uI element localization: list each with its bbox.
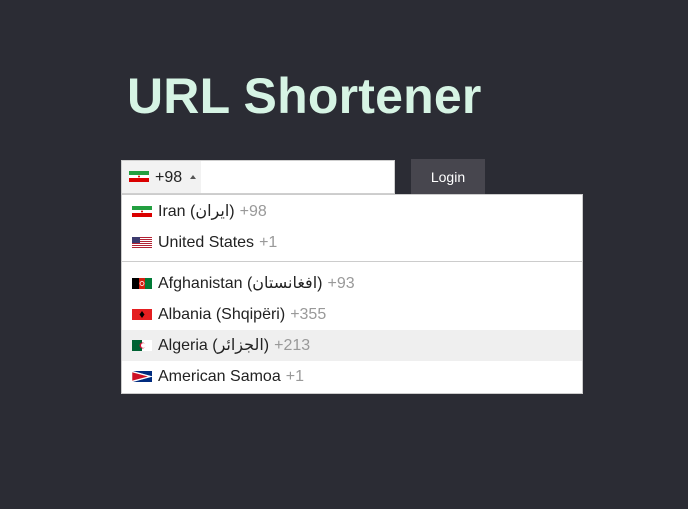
afghanistan-flag-icon: [132, 278, 152, 289]
list-divider: [122, 261, 582, 262]
usa-flag-icon: [132, 237, 152, 248]
dial-code: +98: [239, 203, 267, 220]
dial-code: +355: [290, 306, 327, 323]
phone-input: +98: [121, 160, 395, 194]
selected-dial-code: +98: [155, 169, 183, 186]
login-button[interactable]: Login: [411, 159, 485, 195]
iran-flag-icon: [132, 206, 152, 217]
country-name: Algeria (الجزائر): [158, 337, 270, 354]
country-option-albania[interactable]: Albania (Shqipëri) +355: [122, 299, 582, 330]
country-name: American Samoa: [158, 368, 281, 385]
country-name: Iran (ایران): [158, 203, 235, 220]
albania-flag-icon: [132, 309, 152, 320]
country-dropdown-list: Iran (ایران) +98 United States +1 Afghan…: [121, 194, 583, 394]
country-name: Albania (Shqipëri): [158, 306, 286, 323]
dial-code: +93: [327, 275, 355, 292]
dial-code: +1: [285, 368, 304, 385]
country-name: Afghanistan (افغانستان): [158, 275, 323, 292]
country-option-american-samoa[interactable]: American Samoa +1: [122, 361, 582, 392]
country-name: United States: [158, 234, 255, 251]
country-option-afghanistan[interactable]: Afghanistan (افغانستان) +93: [122, 268, 582, 299]
page-title: URL Shortener: [127, 68, 482, 124]
american-samoa-flag-icon: [132, 371, 152, 382]
algeria-flag-icon: [132, 340, 152, 351]
country-option-united-states[interactable]: United States +1: [122, 227, 582, 258]
country-selector-button[interactable]: +98: [122, 161, 201, 193]
iran-flag-icon: [129, 171, 149, 182]
dial-code: +1: [259, 234, 278, 251]
country-option-algeria[interactable]: Algeria (الجزائر) +213: [122, 330, 582, 361]
dial-code: +213: [274, 337, 311, 354]
country-option-iran[interactable]: Iran (ایران) +98: [122, 196, 582, 227]
page: URL Shortener +98 Login Iran (ایران) +98…: [0, 0, 688, 509]
caret-up-icon: [190, 175, 196, 179]
phone-number-input[interactable]: [202, 161, 392, 193]
